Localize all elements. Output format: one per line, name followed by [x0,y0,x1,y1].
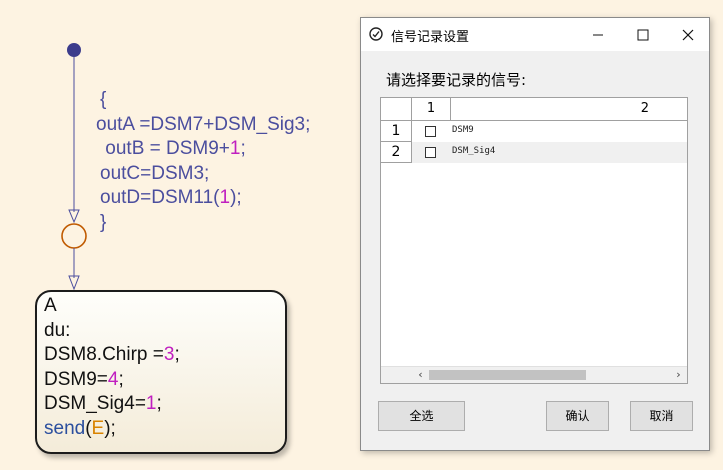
horizontal-scrollbar[interactable]: ‹ › [381,366,687,383]
table-corner-cell [381,98,412,121]
state-label: A du: DSM8.Chirp =3; DSM9=4; DSM_Sig4=1;… [44,295,180,439]
close-icon [682,29,693,40]
signal-table: 1 2 1 DSM9 2 DSM_Sig4 ‹ › [380,97,688,384]
maximize-button[interactable] [620,18,665,51]
minimize-icon [592,34,603,35]
cancel-button[interactable]: 取消 [630,401,693,431]
scroll-right-icon[interactable]: › [670,367,687,383]
state-A[interactable]: A du: DSM8.Chirp =3; DSM9=4; DSM_Sig4=1;… [35,290,287,454]
dialog-title: 信号记录设置 [391,30,470,45]
confirm-button[interactable]: 确认 [546,401,609,431]
maximize-icon [637,29,648,40]
signal-name: DSM_Sig4 [452,146,496,156]
state-name: A [44,295,57,316]
table-row[interactable]: 2 DSM_Sig4 [381,142,687,163]
scroll-left-icon[interactable]: ‹ [412,367,429,383]
minimize-button[interactable] [575,18,620,51]
signal-name: DSM9 [452,125,474,135]
dialog-prompt: 请选择要记录的信号: [386,71,527,89]
row-number: 2 [381,142,412,163]
stateflow-canvas[interactable]: { outA =DSM7+DSM_Sig3; outB = DSM9+1; ou… [0,0,360,470]
transition-label[interactable]: { outA =DSM7+DSM_Sig3; outB = DSM9+1; ou… [96,88,310,235]
scrollbar-thumb[interactable] [429,370,586,380]
default-transition-dot[interactable] [67,43,81,57]
column-header-2[interactable]: 2 [451,98,687,121]
matlab-app-icon [369,27,383,41]
column-header-1[interactable]: 1 [412,98,451,121]
row-checkbox[interactable] [425,126,436,137]
row-checkbox[interactable] [425,147,436,158]
select-all-button[interactable]: 全选 [378,401,465,431]
row-number: 1 [381,121,412,142]
signal-logging-dialog: 信号记录设置 请选择要记录的信号: 1 2 1 DSM9 2 DSM_Sig4 … [360,17,710,451]
table-row[interactable]: 1 DSM9 [381,121,687,142]
close-button[interactable] [665,18,710,51]
dialog-titlebar[interactable]: 信号记录设置 [361,18,709,51]
connective-junction[interactable] [61,223,87,249]
